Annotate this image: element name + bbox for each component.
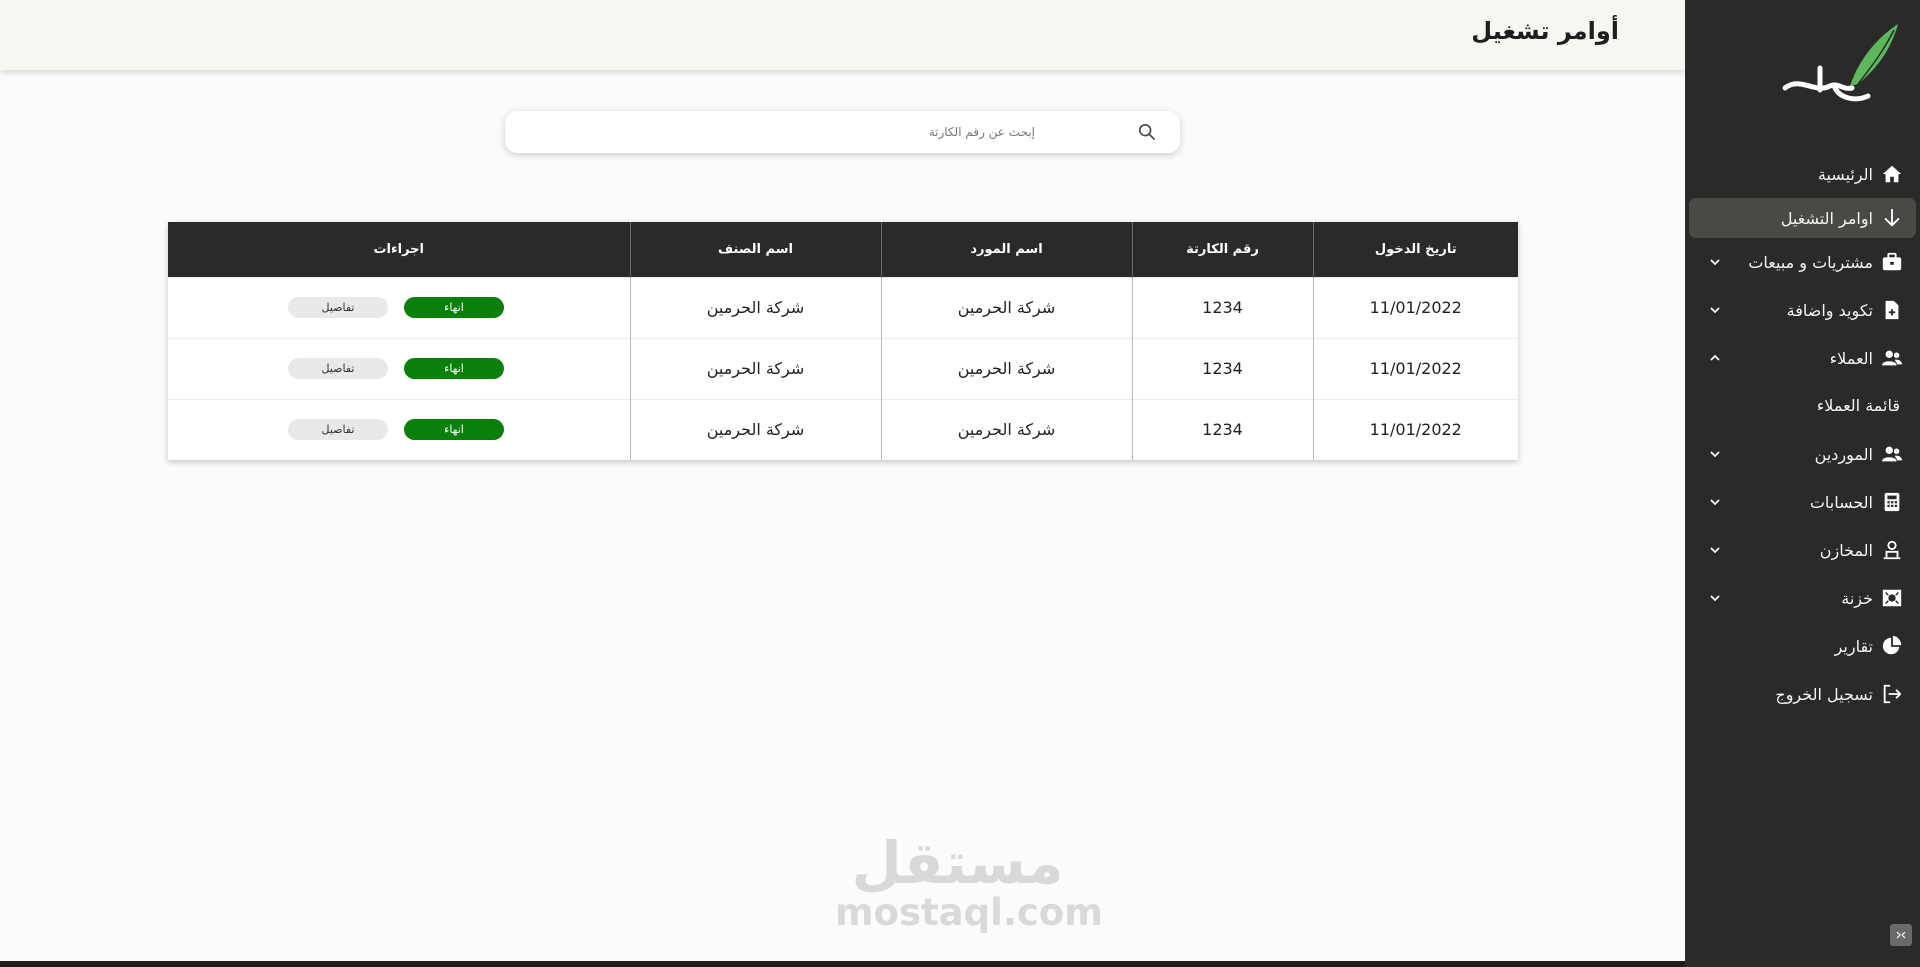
cell-actions: انهاء تفاصيل <box>168 276 630 338</box>
col-supplier-name: اسم المورد <box>880 222 1132 277</box>
sidebar-item-warehouses[interactable]: المخازن <box>1689 530 1916 570</box>
cell-supplier: شركة الحرمين <box>880 398 1132 460</box>
sidebar-item-label: مشتريات و مبيعات <box>1748 252 1873 272</box>
operations-table: تاريخ الدخول رقم الكارتة اسم المورد اسم … <box>168 222 1518 460</box>
cell-card: 1234 <box>1131 276 1313 338</box>
cell-item: شركة الحرمين <box>629 276 881 338</box>
sidebar-item-label: العملاء <box>1829 348 1873 368</box>
cell-actions: انهاء تفاصيل <box>168 337 630 399</box>
sidebar-item-label: المخازن <box>1819 540 1873 560</box>
details-button[interactable]: تفاصيل <box>288 297 388 318</box>
col-card-number: رقم الكارتة <box>1131 222 1313 277</box>
pie-chart-icon <box>1881 635 1903 657</box>
sidebar-item-home[interactable]: الرئيسية <box>1689 154 1916 194</box>
sidebar-item-treasury[interactable]: خزنة <box>1689 578 1916 618</box>
users-icon <box>1881 347 1903 369</box>
top-header: أوامر تشغيل <box>0 0 1685 70</box>
watermark: مستقل mostaql.com <box>835 829 1103 934</box>
end-button[interactable]: انهاء <box>404 419 504 441</box>
chevron-down-icon[interactable] <box>1707 542 1723 558</box>
collapse-icon <box>1896 931 1906 939</box>
sidebar-item-clients[interactable]: العملاء <box>1689 338 1916 378</box>
table-row: 11/01/2022 1234 شركة الحرمين شركة الحرمي… <box>168 337 1518 399</box>
sidebar-item-label: تسجيل الخروج <box>1775 684 1873 704</box>
search-input[interactable] <box>735 121 1035 143</box>
sidebar-item-reports[interactable]: تقارير <box>1689 626 1916 666</box>
warehouse-icon <box>1881 539 1903 561</box>
cell-card: 1234 <box>1131 337 1313 399</box>
sidebar-item-operation-orders[interactable]: اوامر التشغيل <box>1689 198 1916 238</box>
users-icon <box>1881 443 1903 465</box>
logout-icon <box>1881 683 1903 705</box>
col-actions: اجراءات <box>168 222 630 277</box>
chevron-down-icon[interactable] <box>1707 590 1723 606</box>
cell-item: شركة الحرمين <box>629 337 881 399</box>
chevron-down-icon[interactable] <box>1707 302 1723 318</box>
table-row: 11/01/2022 1234 شركة الحرمين شركة الحرمي… <box>168 276 1518 338</box>
logo-icon[interactable] <box>1780 16 1900 106</box>
table-header-row: تاريخ الدخول رقم الكارتة اسم المورد اسم … <box>168 222 1518 277</box>
sidebar-item-label: اوامر التشغيل <box>1780 208 1873 228</box>
chevron-up-icon[interactable] <box>1707 350 1723 366</box>
watermark-english: mostaql.com <box>835 891 1103 934</box>
sidebar-item-label: تكويد واضافة <box>1786 300 1873 320</box>
cell-date: 11/01/2022 <box>1312 398 1518 460</box>
search-box <box>505 111 1180 153</box>
sidebar-item-suppliers[interactable]: الموردين <box>1689 434 1916 474</box>
sidebar-item-label: تقارير <box>1834 636 1873 656</box>
table-row: 11/01/2022 1234 شركة الحرمين شركة الحرمي… <box>168 398 1518 460</box>
cell-actions: انهاء تفاصيل <box>168 398 630 460</box>
cell-supplier: شركة الحرمين <box>880 276 1132 338</box>
home-icon <box>1881 163 1903 185</box>
cell-date: 11/01/2022 <box>1312 337 1518 399</box>
end-button[interactable]: انهاء <box>404 358 504 379</box>
file-plus-icon <box>1881 299 1903 321</box>
col-item-name: اسم الصنف <box>629 222 881 277</box>
search-icon[interactable] <box>1138 123 1156 141</box>
bottom-bar <box>0 961 1685 967</box>
details-button[interactable]: تفاصيل <box>288 358 388 379</box>
col-entry-date: تاريخ الدخول <box>1312 222 1518 277</box>
cell-supplier: شركة الحرمين <box>880 337 1132 399</box>
cell-item: شركة الحرمين <box>629 398 881 460</box>
page-title: أوامر تشغيل <box>1471 17 1619 45</box>
cell-card: 1234 <box>1131 398 1313 460</box>
cash-icon <box>1881 587 1903 609</box>
chevron-down-icon[interactable] <box>1707 494 1723 510</box>
sidebar-subitem-clients-list[interactable]: قائمة العملاء <box>1817 396 1900 415</box>
sidebar-item-label: خزنة <box>1841 588 1873 608</box>
sidebar-item-label: الحسابات <box>1809 492 1873 512</box>
collapse-sidebar-button[interactable] <box>1890 924 1912 946</box>
briefcase-icon <box>1881 251 1903 273</box>
arrow-down-icon <box>1881 207 1903 229</box>
calculator-icon <box>1881 491 1903 513</box>
chevron-down-icon[interactable] <box>1707 254 1723 270</box>
watermark-arabic: مستقل <box>851 829 1064 897</box>
details-button[interactable]: تفاصيل <box>288 419 388 441</box>
sidebar-item-label: الرئيسية <box>1817 164 1873 184</box>
cell-date: 11/01/2022 <box>1312 276 1518 338</box>
sidebar-item-coding-adding[interactable]: تكويد واضافة <box>1689 290 1916 330</box>
sidebar-item-accounts[interactable]: الحسابات <box>1689 482 1916 522</box>
sidebar-item-logout[interactable]: تسجيل الخروج <box>1689 674 1916 714</box>
end-button[interactable]: انهاء <box>404 297 504 318</box>
chevron-down-icon[interactable] <box>1707 446 1723 462</box>
sidebar: الرئيسية اوامر التشغيل مشتريات و مبيعات … <box>1685 0 1920 967</box>
sidebar-item-purchases-sales[interactable]: مشتريات و مبيعات <box>1689 242 1916 282</box>
sidebar-item-label: الموردين <box>1814 444 1873 464</box>
